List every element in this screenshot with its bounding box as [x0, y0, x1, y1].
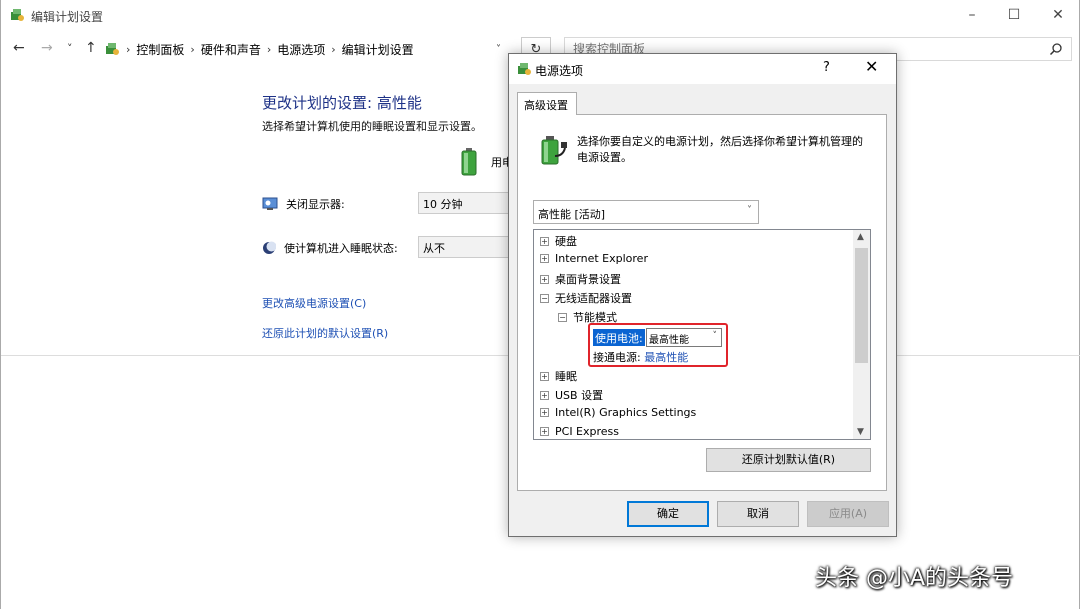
breadcrumb-separator: › [126, 42, 131, 56]
control-panel-icon [106, 43, 119, 55]
tree-item-pci-express[interactable]: + PCI Express [540, 425, 619, 438]
expand-icon[interactable]: + [540, 390, 549, 400]
display-off-row: 关闭显示器: [262, 196, 345, 212]
plan-select-value: 高性能 [活动] [538, 208, 606, 221]
maximize-button[interactable]: ☐ [991, 0, 1037, 30]
battery-plug-icon [541, 136, 567, 165]
dialog-title-bar: 电源选项 ? ✕ [509, 54, 896, 84]
tree-item-label: 无线适配器设置 [555, 292, 632, 305]
tree-item-wireless-adapter[interactable]: − 无线适配器设置 [540, 290, 632, 306]
breadcrumb-separator: › [331, 42, 336, 56]
expand-icon[interactable]: + [540, 274, 549, 284]
page-title: 更改计划的设置: 高性能 [262, 94, 422, 112]
on-battery-value: 最高性能 [649, 335, 689, 346]
tree-item-label: Intel(R) Graphics Settings [555, 406, 697, 419]
tree-item-label: 睡眠 [555, 370, 577, 383]
on-battery-select[interactable]: 最高性能 ˅ [646, 328, 722, 347]
expand-icon[interactable]: + [540, 371, 549, 381]
tree-item-label: USB 设置 [555, 389, 604, 402]
advanced-settings-link[interactable]: 更改高级电源设置(C) [262, 295, 366, 311]
collapse-icon[interactable]: − [540, 293, 549, 303]
breadcrumb-separator: › [266, 42, 272, 56]
tree-item-label: 桌面背景设置 [555, 273, 621, 286]
plugged-in-value[interactable]: 最高性能 [644, 351, 688, 364]
breadcrumb[interactable]: › 控制面板 › 硬件和声音 › 电源选项 › 编辑计划设置 [104, 37, 518, 61]
ok-button[interactable]: 确定 [627, 501, 709, 527]
power-options-icon [518, 63, 531, 75]
moon-icon [263, 241, 276, 254]
dialog-title: 电源选项 [535, 64, 584, 78]
scroll-up-icon[interactable]: ▲ [857, 232, 864, 242]
tree-item-label: 硬盘 [555, 235, 577, 248]
expand-icon[interactable]: + [540, 408, 549, 417]
tree-item-label: Internet Explorer [555, 252, 648, 265]
window-title: 编辑计划设置 [31, 10, 104, 24]
search-icon[interactable] [1049, 42, 1063, 56]
restore-defaults-link[interactable]: 还原此计划的默认设置(R) [262, 325, 388, 341]
expand-icon[interactable]: + [540, 236, 549, 246]
tree-scrollbar[interactable]: ▲ ▼ [853, 230, 870, 439]
tab-advanced-settings[interactable]: 高级设置 [517, 92, 577, 115]
tree-item-intel-graphics[interactable]: + Intel(R) Graphics Settings [540, 406, 696, 419]
title-bar: 编辑计划设置 – ☐ ✕ [1, 0, 1079, 30]
dialog-close-button[interactable]: ✕ [865, 57, 878, 76]
tree-item-usb[interactable]: + USB 设置 [540, 387, 603, 403]
collapse-icon[interactable]: − [558, 312, 567, 322]
divider [1, 355, 511, 356]
watermark: 头条 @小A的头条号 [815, 566, 1014, 591]
divider [896, 355, 1080, 356]
tree-item-desktop-background[interactable]: + 桌面背景设置 [540, 271, 621, 287]
close-button[interactable]: ✕ [1035, 0, 1080, 30]
breadcrumb-edit-plan[interactable]: 编辑计划设置 [342, 41, 414, 58]
power-options-dialog: 电源选项 ? ✕ 高级设置 选择你要自定义的电源计划，然后选择你希望计算机管理的… [508, 53, 897, 537]
tree-item-internet-explorer[interactable]: + Internet Explorer [540, 252, 648, 265]
forward-arrow-icon[interactable]: → [41, 40, 53, 56]
sleep-select[interactable]: 从不 [418, 236, 510, 258]
apply-button[interactable]: 应用(A) [807, 501, 889, 527]
address-dropdown-icon[interactable]: ˅ [496, 44, 501, 55]
plan-select[interactable]: 高性能 [活动] ˅ [533, 200, 759, 224]
minimize-button[interactable]: – [949, 0, 995, 30]
on-battery-label: 使用电池: [593, 329, 645, 346]
sleep-label: 使计算机进入睡眠状态: [284, 242, 398, 255]
monitor-icon [262, 197, 278, 210]
cancel-button[interactable]: 取消 [717, 501, 799, 527]
back-arrow-icon[interactable]: ← [13, 40, 25, 56]
breadcrumb-hardware-sound[interactable]: 硬件和声音 [201, 41, 261, 58]
chevron-down-icon: ˅ [712, 331, 718, 341]
scrollbar-thumb[interactable] [855, 248, 868, 363]
dialog-description: 选择你要自定义的电源计划，然后选择你希望计算机管理的电源设置。 [577, 135, 863, 164]
display-off-label: 关闭显示器: [286, 198, 345, 211]
breadcrumb-control-panel[interactable]: 控制面板 [136, 41, 184, 58]
display-off-select[interactable]: 10 分钟 [418, 192, 510, 214]
tree-item-sleep[interactable]: + 睡眠 [540, 368, 577, 384]
sleep-row: 使计算机进入睡眠状态: [262, 240, 398, 256]
page-subtitle: 选择希望计算机使用的睡眠设置和显示设置。 [262, 120, 482, 133]
scroll-down-icon[interactable]: ▼ [857, 427, 864, 437]
expand-icon[interactable]: + [540, 427, 549, 436]
restore-plan-defaults-button[interactable]: 还原计划默认值(R) [706, 448, 871, 472]
up-arrow-icon[interactable]: ↑ [85, 40, 97, 56]
recent-locations-icon[interactable]: ˅ [67, 42, 73, 55]
breadcrumb-separator: › [190, 42, 195, 56]
plugged-in-row[interactable]: 接通电源: 最高性能 [593, 349, 688, 365]
breadcrumb-power-options[interactable]: 电源选项 [277, 41, 325, 58]
tree-item-hard-disk[interactable]: + 硬盘 [540, 233, 577, 249]
help-button[interactable]: ? [823, 60, 830, 75]
tree-item-label: PCI Express [555, 425, 620, 438]
expand-icon[interactable]: + [540, 254, 549, 263]
chevron-down-icon: ˅ [747, 205, 752, 216]
control-panel-icon [11, 9, 24, 21]
plugged-in-label: 接通电源: [593, 351, 641, 364]
battery-icon [461, 148, 477, 176]
